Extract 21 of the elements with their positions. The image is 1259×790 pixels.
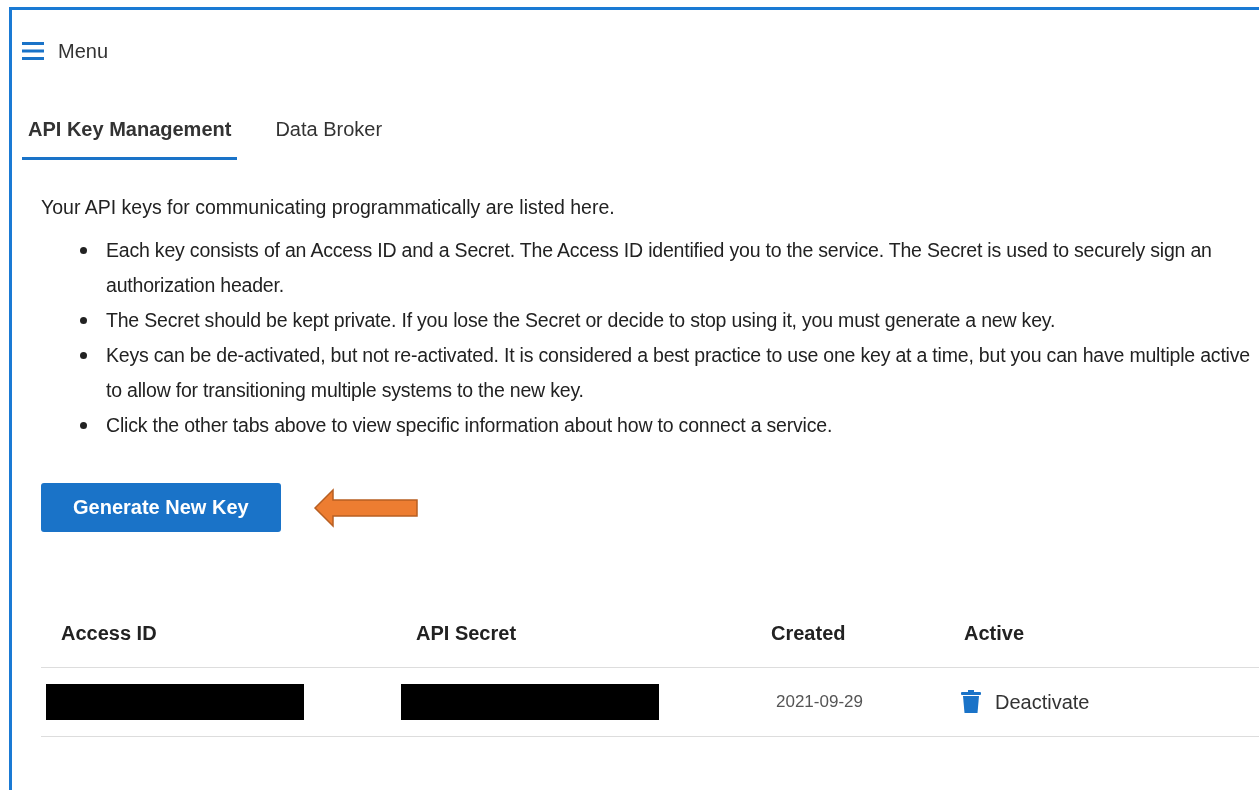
bullet-icon <box>80 247 87 254</box>
column-header: Access ID <box>60 621 158 646</box>
tab[interactable]: Data Broker <box>269 104 389 160</box>
bullet-icon <box>80 352 87 359</box>
menu-button[interactable]: Menu <box>22 39 109 63</box>
bullet-icon <box>80 422 87 429</box>
tab[interactable]: API Key Management <box>22 104 238 160</box>
bullet-text: Click the other tabs above to view specific information about how to connect a service. <box>106 413 833 438</box>
bullet-text: Each key consists of an Access ID and a Secret. The Access ID identified you to the service. The Secret is used to securely sign an authorization header. <box>106 238 1213 298</box>
bullet-text: Keys can be de-activated, but not re-activated. It is considered a best practice to use one key at a time, but you can have multiple active to allow for transitioning multiple systems to the new key. <box>106 343 1251 403</box>
bullet-icon <box>80 317 87 324</box>
table-cell-text: 2021-09-29 <box>775 691 864 713</box>
generate-key-button[interactable]: Generate New Key <box>41 483 281 532</box>
column-header: API Secret <box>415 621 518 646</box>
intro-text: Your API keys for communicating programmatically are listed here. <box>41 196 616 219</box>
menu-icon <box>22 42 44 60</box>
column-header: Active <box>963 621 1026 646</box>
trash-icon <box>961 690 981 714</box>
bullet-text: The Secret should be kept private. If you lose the Secret or decide to stop using it, you must generate a new key. <box>106 308 1056 333</box>
column-header: Created <box>770 621 847 646</box>
deactivate-button[interactable]: Deactivate <box>949 690 1090 714</box>
